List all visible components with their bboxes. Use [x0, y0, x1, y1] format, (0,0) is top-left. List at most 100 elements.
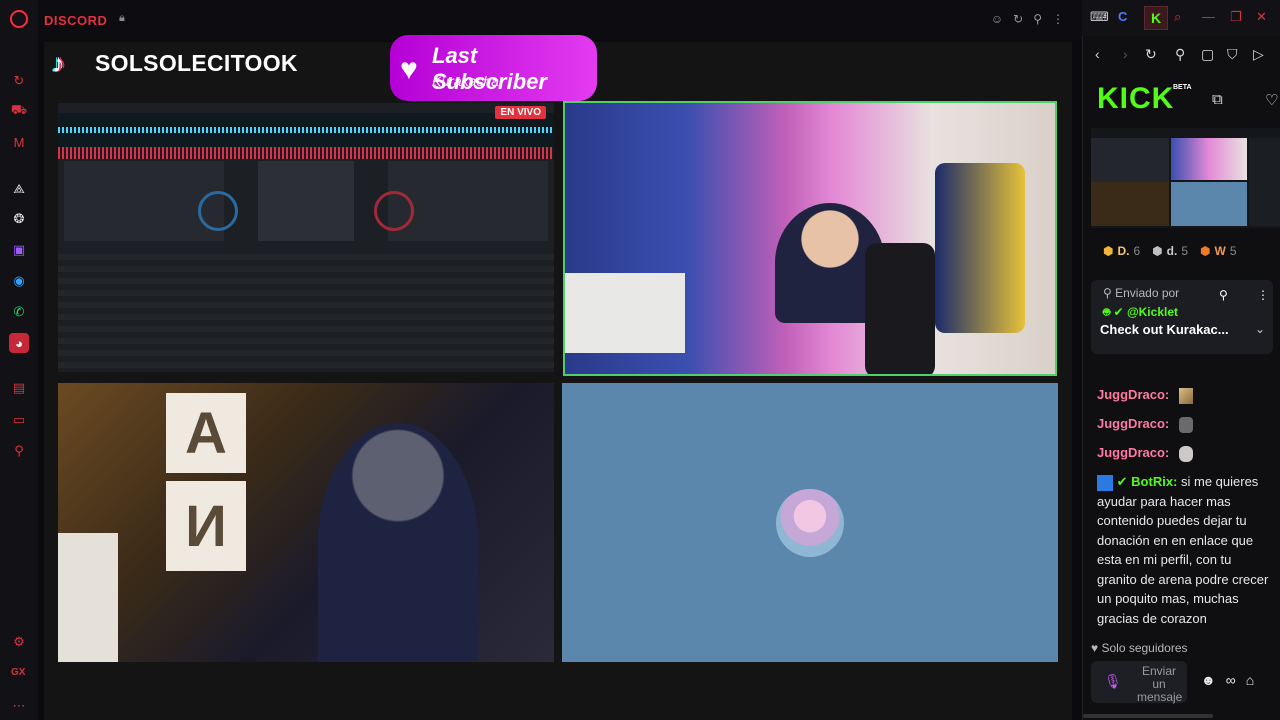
jacket — [935, 163, 1025, 333]
settings-icon[interactable]: ⚙ — [9, 632, 29, 652]
messenger-icon[interactable]: ◉ — [9, 271, 29, 291]
emote-icon — [1178, 416, 1193, 433]
minimize-icon[interactable]: — — [1202, 9, 1215, 24]
hexagon-icon: ⬢ — [1103, 244, 1114, 258]
hexagon-icon: ⬢ — [1200, 244, 1211, 258]
c-extension-icon[interactable]: C — [1118, 9, 1127, 24]
subscriber-name: Kurakacha — [432, 73, 499, 89]
chat-message: ✔ BotRix: si me quieres ayudar para hace… — [1097, 472, 1269, 628]
verified-icon: ✔ — [1116, 474, 1128, 489]
pin-icon[interactable]: ⚲ — [1175, 46, 1185, 63]
send-icon[interactable]: ▷ — [1253, 46, 1264, 63]
microphone-icon[interactable]: 🎙︎ — [1104, 673, 1122, 690]
lock-icon: 🔒︎ — [119, 12, 125, 24]
discord-brand: DISCORD — [44, 13, 108, 28]
gaming-chair — [865, 243, 935, 374]
kick-beta: BETA — [1173, 84, 1192, 91]
chat-message: JuggDraco: — [1097, 385, 1269, 405]
menu-icon[interactable]: ⋮ — [1052, 12, 1064, 26]
emoji-icon[interactable]: ☺ — [991, 12, 1003, 26]
history-icon[interactable]: ↻ — [9, 71, 29, 91]
whatsapp-icon[interactable]: ✆ — [9, 302, 29, 322]
chat-placeholder: Enviar un mensaje — [1137, 664, 1183, 704]
chatgpt-icon[interactable]: ❂ — [9, 209, 29, 229]
webcam-streamer — [563, 101, 1057, 376]
chat-tools: ☻ ∞ ⌂ — [1201, 672, 1254, 688]
twitch-icon[interactable]: ▣ — [9, 240, 29, 260]
panel-nav: ‹ › ↻ ⚲ ▢ ⛉ ▷ — [1083, 36, 1280, 72]
chat-username[interactable]: JuggDraco: — [1097, 445, 1169, 460]
chat-input[interactable]: 🎙︎ Enviar un mensaje — [1091, 661, 1187, 704]
pin-icon[interactable]: ⚲ — [1033, 12, 1042, 26]
waveform-secondary — [58, 147, 554, 159]
emote-icon — [1178, 387, 1193, 404]
forward-icon[interactable]: › — [1123, 46, 1128, 62]
search-icon[interactable]: ⌕ — [1174, 9, 1181, 25]
theater-mode-icon[interactable]: ⧉ — [1212, 91, 1223, 108]
heart-icon: ♥ — [400, 53, 418, 86]
participant-avatar — [776, 489, 844, 557]
gmail-icon[interactable]: M — [9, 132, 29, 152]
bot-badge-icon — [1097, 474, 1113, 491]
kick-logo[interactable]: KICK — [1097, 82, 1174, 116]
stream-thumbnail[interactable] — [1091, 128, 1280, 228]
discord-titlebar: DISCORD 🔒︎ ☺ ↻ ⚲ ⋮ — [38, 0, 1082, 40]
chat-username[interactable]: JuggDraco: — [1097, 416, 1169, 431]
horizontal-scrollbar[interactable] — [1083, 714, 1213, 718]
close-icon[interactable]: ✕ — [1256, 9, 1267, 25]
letter-card-n: И — [166, 481, 246, 571]
ai-icon[interactable]: ⟁ — [9, 179, 29, 199]
store-icon[interactable]: ⌂ — [1246, 672, 1254, 688]
kick-side-panel: ‹ › ↻ ⚲ ▢ ⛉ ▷ KICK BETA ⧉ ♡ ⬢ D. 6 ⬢ d. … — [1082, 36, 1280, 720]
guest-figure — [318, 423, 478, 662]
maximize-icon[interactable]: ❐ — [1230, 9, 1242, 25]
channel-name: SOLSOLECITOOK — [95, 50, 298, 76]
back-icon[interactable]: ‹ — [1095, 46, 1100, 62]
pinned-user[interactable]: 🤖︎ ✔ @Kicklet — [1103, 304, 1178, 321]
gamepad-icon[interactable]: ⌨ — [1090, 9, 1109, 25]
last-subscriber-banner: ♥ Last Subscriber Kurakacha — [390, 35, 597, 101]
follow-heart-icon[interactable]: ♡ — [1265, 91, 1278, 109]
screenshot-icon[interactable]: ▢ — [1201, 46, 1214, 63]
followers-only-notice: ♥ Solo seguidores — [1091, 641, 1188, 655]
badge-d-gold[interactable]: ⬢ D. 6 — [1103, 244, 1140, 258]
jog-wheel-right — [374, 191, 414, 231]
kick-emote-icon[interactable]: ☻ — [1201, 672, 1216, 688]
infinity-icon[interactable]: ∞ — [1226, 672, 1236, 688]
live-badge: EN VIVO — [495, 106, 546, 119]
reload-icon[interactable]: ↻ — [1013, 12, 1023, 26]
titlebar-controls: ☺ ↻ ⚲ ⋮ — [991, 12, 1064, 26]
pinned-message[interactable]: ⚲ Enviado por 🤖︎ ✔ @Kicklet Check out Ku… — [1091, 280, 1273, 354]
webcam-guest: A И — [58, 383, 554, 662]
mixer — [258, 161, 354, 241]
more-icon[interactable]: ⋯ — [9, 696, 29, 716]
store-icon[interactable]: ⛟ — [9, 101, 29, 121]
chat-username[interactable]: JuggDraco: — [1097, 387, 1169, 402]
pin-icon[interactable]: ⚲ — [1219, 288, 1228, 302]
chevron-down-icon[interactable]: ⌄ — [1255, 322, 1265, 336]
pinned-sent-by: ⚲ Enviado por — [1103, 286, 1180, 300]
badge-w-orange[interactable]: ⬢ W 5 — [1200, 244, 1237, 258]
participant-avatar-tile — [562, 383, 1058, 662]
wallet-icon[interactable]: ▭ — [9, 410, 29, 430]
more-options-icon[interactable]: ⋮ — [1257, 288, 1269, 302]
chat-message: JuggDraco: — [1097, 443, 1269, 463]
kick-extension-icon[interactable]: K — [1144, 6, 1168, 30]
shield-icon[interactable]: ⛉ — [1227, 46, 1238, 63]
badge-row: ⬢ D. 6 ⬢ d. 5 ⬢ W 5 — [1103, 244, 1237, 258]
waveform — [58, 113, 554, 147]
player-icon[interactable]: ▤ — [9, 378, 29, 398]
emote-icon — [1178, 445, 1193, 462]
browser-sidebar: ↻ ⛟ M ⟁ ❂ ▣ ◉ ✆ ◕ ▤ ▭ ⚲ ⚙ GX ⋯ — [0, 0, 38, 720]
dj-software-capture: EN VIVO — [58, 103, 554, 372]
chat-username[interactable]: BotRix: — [1131, 474, 1177, 489]
letter-card-a: A — [166, 393, 246, 473]
discord-icon[interactable]: ◕ — [9, 333, 29, 353]
reload-icon[interactable]: ↻ — [1145, 46, 1157, 63]
chat-text: si me quieres ayudar para hacer mas cont… — [1097, 474, 1269, 626]
pin-icon[interactable]: ⚲ — [9, 441, 29, 461]
badge-d-gray[interactable]: ⬢ d. 5 — [1152, 244, 1188, 258]
tiktok-logo-icon: ♪ — [52, 48, 65, 78]
gx-icon[interactable]: GX — [11, 667, 25, 678]
opera-gx-logo-icon[interactable] — [10, 10, 28, 28]
